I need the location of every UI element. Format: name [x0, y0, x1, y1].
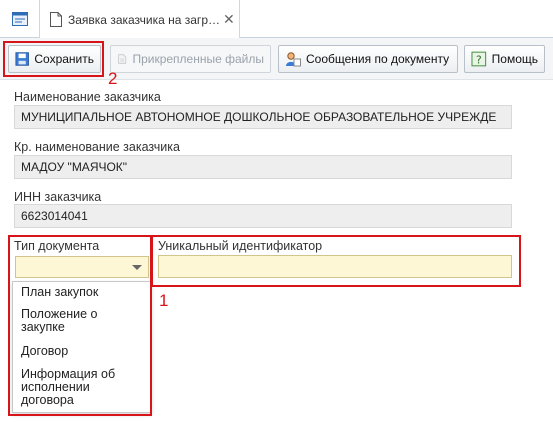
help-label: Помощь — [491, 52, 538, 66]
short-name-field: МАДОУ "МАЯЧОК" — [14, 155, 512, 179]
close-icon[interactable]: ✕ — [223, 11, 235, 28]
customer-name-label: Наименование заказчика — [14, 90, 161, 104]
window-icon — [11, 12, 28, 26]
inn-label: ИНН заказчика — [14, 190, 102, 204]
annotation-2: 2 — [108, 69, 118, 88]
save-highlight — [3, 41, 104, 77]
attached-files-button[interactable]: Прикрепленные файлы — [110, 45, 271, 73]
inn-field: 6623014041 — [14, 204, 512, 228]
help-icon: ? — [471, 51, 487, 66]
help-button[interactable]: ? Помощь — [464, 45, 545, 73]
home-tab[interactable] — [0, 0, 40, 38]
attachment-icon — [118, 54, 127, 64]
tab-title: Заявка заказчика на загр… — [68, 13, 220, 27]
svg-text:?: ? — [476, 53, 482, 66]
uid-highlight — [151, 235, 521, 287]
messages-button[interactable]: Сообщения по документу — [278, 45, 458, 73]
document-icon — [50, 12, 62, 27]
doc-type-highlight — [8, 235, 152, 416]
user-message-icon — [286, 52, 301, 67]
customer-name-field: МУНИЦИПАЛЬНОЕ АВТОНОМНОЕ ДОШКОЛЬНОЕ ОБРА… — [14, 105, 512, 129]
annotation-1: 1 — [159, 291, 169, 310]
short-name-label: Кр. наименование заказчика — [14, 140, 180, 154]
tab-strip: Заявка заказчика на загр… ✕ — [0, 0, 553, 38]
attached-files-label: Прикрепленные файлы — [132, 52, 264, 66]
messages-label: Сообщения по документу — [306, 52, 450, 66]
tab-customer-request[interactable]: Заявка заказчика на загр… ✕ — [40, 0, 240, 38]
